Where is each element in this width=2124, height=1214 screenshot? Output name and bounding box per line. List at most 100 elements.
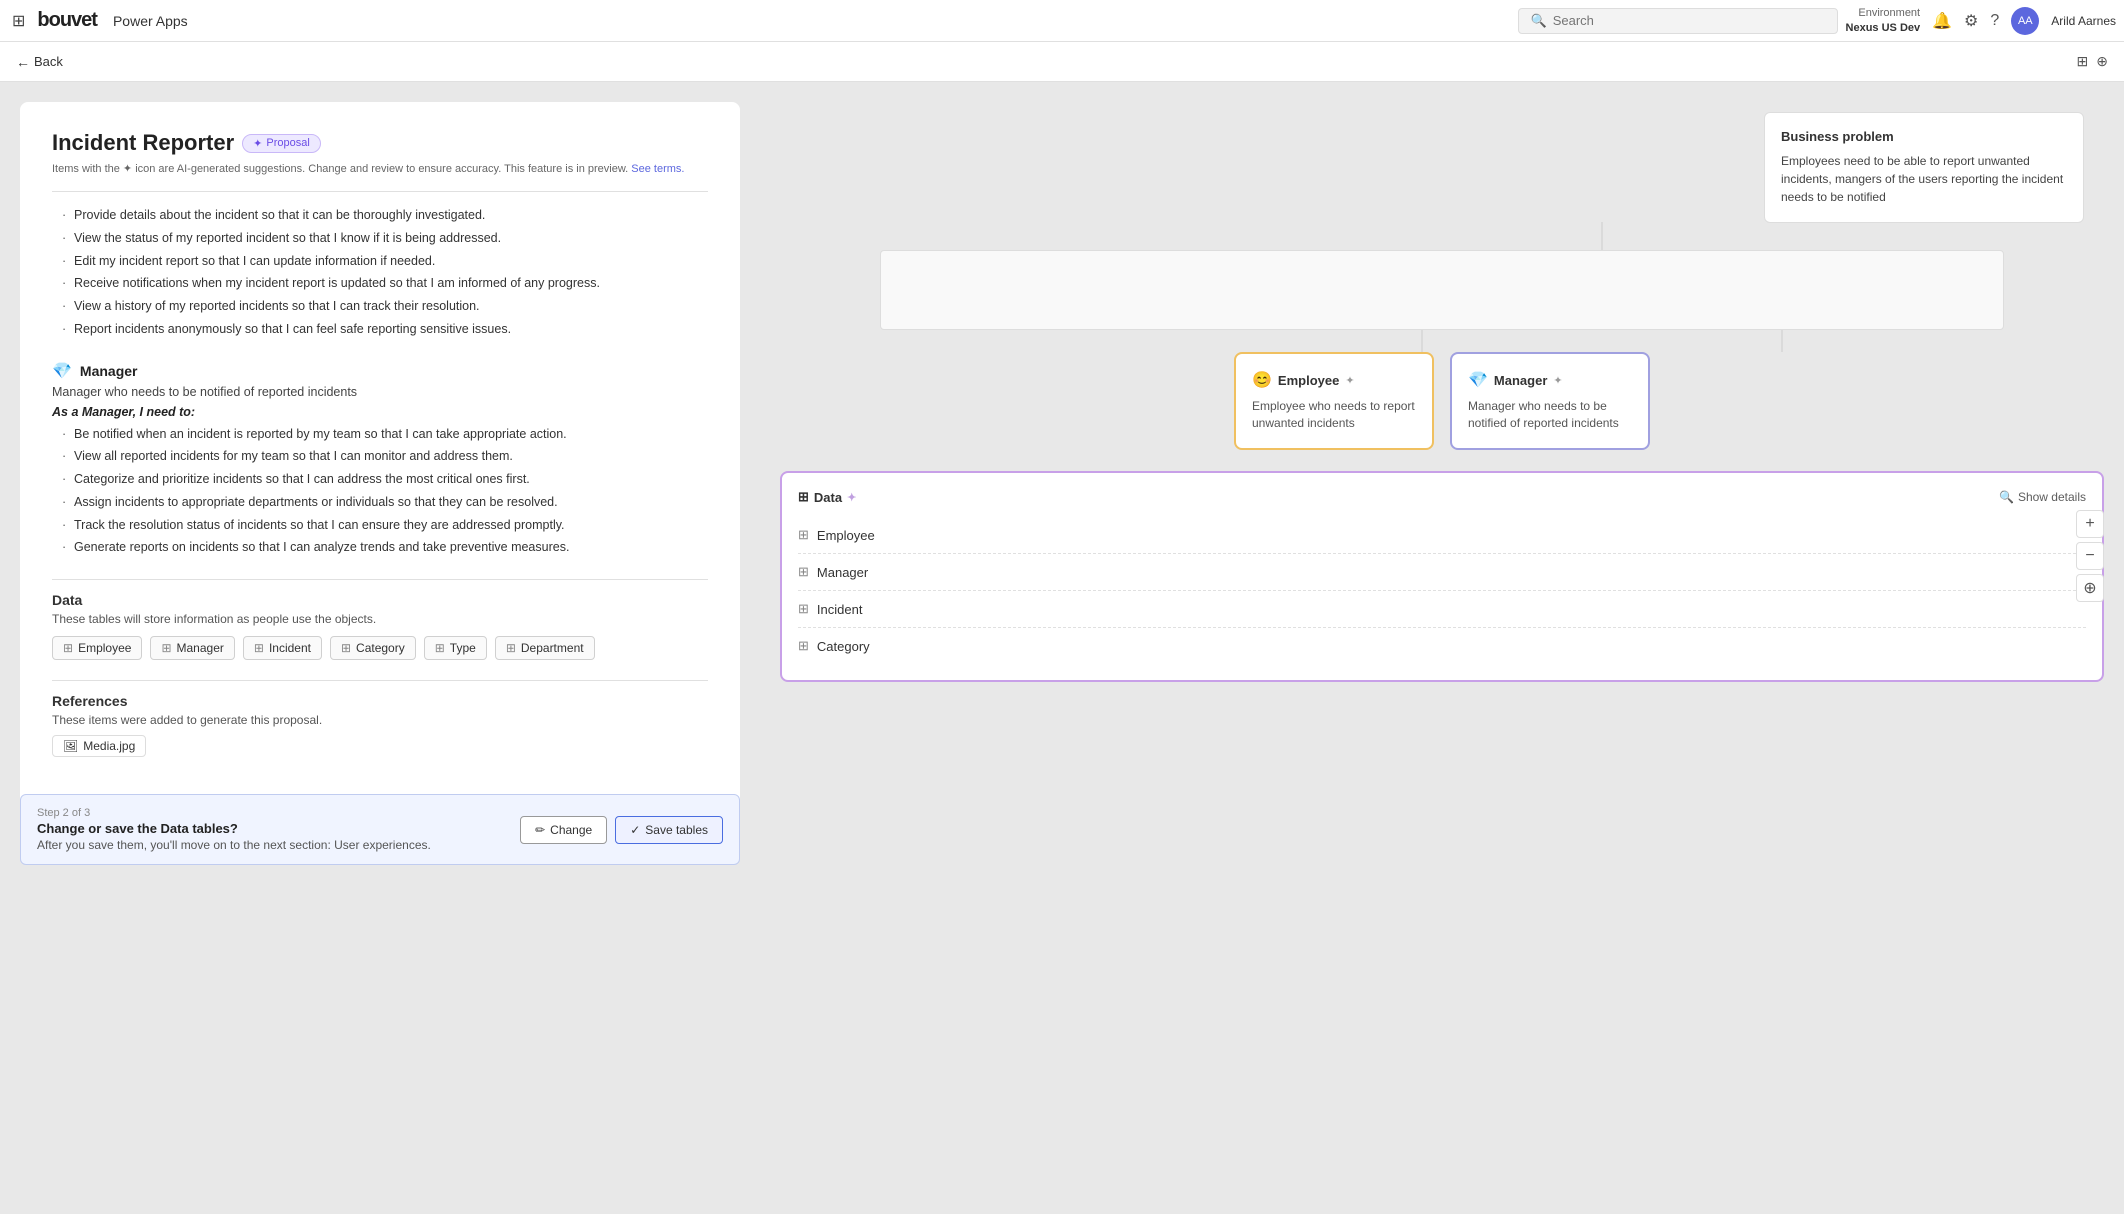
table-pill-incident[interactable]: ⊞ Incident xyxy=(243,636,322,660)
card-title-text: Incident Reporter xyxy=(52,130,234,156)
list-item: Edit my incident report so that I can up… xyxy=(60,250,708,273)
table-icon: ⊞ xyxy=(341,641,351,655)
settings-icon[interactable]: ⚙ xyxy=(1964,11,1978,31)
manager-section-title: Manager xyxy=(80,363,138,379)
table-pill-department[interactable]: ⊞ Department xyxy=(495,636,595,660)
list-item: Provide details about the incident so th… xyxy=(60,204,708,227)
biz-problem-text: Employees need to be able to report unwa… xyxy=(1781,152,2067,206)
data-title: Data xyxy=(52,592,708,608)
employee-persona-card[interactable]: 😊 Employee ✦ Employee who needs to repor… xyxy=(1234,352,1434,450)
help-icon[interactable]: ? xyxy=(1990,12,1999,30)
list-item: Generate reports on incidents so that I … xyxy=(60,536,708,559)
table-grid-icon: ⊞ xyxy=(798,638,809,654)
table-icon: ⊞ xyxy=(161,641,171,655)
table-icon: ⊞ xyxy=(63,641,73,655)
manager-section-icon: 💎 xyxy=(52,361,72,381)
zoom-out-button[interactable]: − xyxy=(2076,542,2104,570)
data-ai-indicator: ✦ xyxy=(847,491,856,504)
table-name: Incident xyxy=(269,641,311,655)
content-card: Incident Reporter ✦ Proposal Items with … xyxy=(20,102,740,865)
notification-icon[interactable]: 🔔 xyxy=(1932,11,1952,31)
left-panel: Incident Reporter ✦ Proposal Items with … xyxy=(0,82,760,1214)
data-table-row-employee[interactable]: ⊞ Employee xyxy=(798,517,2086,554)
list-item: Track the resolution status of incidents… xyxy=(60,514,708,537)
grid-icon[interactable]: ⊞ xyxy=(8,7,29,35)
search-input[interactable] xyxy=(1553,13,1825,28)
employee-ai-indicator: ✦ xyxy=(1345,374,1354,387)
data-grid-icon: ⊞ xyxy=(798,489,809,505)
save-tables-button[interactable]: ✓ Save tables xyxy=(615,816,723,844)
step-label: Step 2 of 3 xyxy=(37,807,431,819)
file-name: Media.jpg xyxy=(83,739,135,753)
manager-persona-icon: 💎 xyxy=(1468,370,1488,390)
ai-notice: Items with the ✦ icon are AI-generated s… xyxy=(52,162,708,175)
change-label: Change xyxy=(550,823,592,837)
proposal-badge: ✦ Proposal xyxy=(242,134,321,153)
intro-bullets: Provide details about the incident so th… xyxy=(52,204,708,341)
save-icon: ✓ xyxy=(630,823,640,837)
zoom-controls: + − ⊕ xyxy=(2076,510,2104,602)
change-button[interactable]: ✏ Change xyxy=(520,816,607,844)
manager-persona-name: Manager xyxy=(1494,373,1547,388)
show-details-icon: 🔍 xyxy=(1999,490,2014,504)
card-title-row: Incident Reporter ✦ Proposal xyxy=(52,130,708,156)
table-pill-manager[interactable]: ⊞ Manager xyxy=(150,636,234,660)
manager-card-header: 💎 Manager ✦ xyxy=(1468,370,1632,390)
table-name: Manager xyxy=(177,641,224,655)
manager-persona-card[interactable]: 💎 Manager ✦ Manager who needs to be noti… xyxy=(1450,352,1650,450)
table-row-name: Manager xyxy=(817,565,868,580)
action-title: Change or save the Data tables? xyxy=(37,821,431,836)
zoom-target-button[interactable]: ⊕ xyxy=(2076,574,2104,602)
connector-box xyxy=(880,250,2004,330)
ref-file[interactable]: 🖼 Media.jpg xyxy=(52,735,146,757)
employee-persona-desc: Employee who needs to report unwanted in… xyxy=(1252,398,1416,432)
manager-ai-indicator: ✦ xyxy=(1553,374,1562,387)
topbar-right: Environment Nexus US Dev 🔔 ⚙ ? AA Arild … xyxy=(1846,6,2116,35)
avatar[interactable]: AA xyxy=(2011,7,2039,35)
data-table-row-incident[interactable]: ⊞ Incident xyxy=(798,591,2086,628)
back-button[interactable]: ← Back xyxy=(16,54,63,70)
show-details-button[interactable]: 🔍 Show details xyxy=(1999,490,2086,504)
table-icon: ⊞ xyxy=(254,641,264,655)
proposal-icon: ✦ xyxy=(253,137,262,150)
search-box[interactable]: 🔍 xyxy=(1518,8,1838,34)
environment-info: Environment Nexus US Dev xyxy=(1846,6,1921,35)
divider-3 xyxy=(52,680,708,681)
action-bar: Step 2 of 3 Change or save the Data tabl… xyxy=(20,794,740,865)
table-row-name: Category xyxy=(817,639,870,654)
fit-icon[interactable]: ⊕ xyxy=(2096,53,2108,70)
data-table-row-category[interactable]: ⊞ Category xyxy=(798,628,2086,664)
list-item: View the status of my reported incident … xyxy=(60,227,708,250)
table-name: Type xyxy=(450,641,476,655)
data-card: ⊞ Data ✦ 🔍 Show details ⊞ Employee ⊞ Man… xyxy=(780,471,2104,682)
zoom-in-button[interactable]: + xyxy=(2076,510,2104,538)
grid-view-icon[interactable]: ⊞ xyxy=(2077,53,2089,70)
data-subtitle: These tables will store information as p… xyxy=(52,612,708,626)
data-title-text: Data xyxy=(814,490,842,505)
list-item: Be notified when an incident is reported… xyxy=(60,423,708,446)
table-pill-type[interactable]: ⊞ Type xyxy=(424,636,487,660)
data-card-header: ⊞ Data ✦ 🔍 Show details xyxy=(798,489,2086,505)
subbar: ← Back ⊞ ⊕ xyxy=(0,42,2124,82)
table-grid-icon: ⊞ xyxy=(798,527,809,543)
list-item: View all reported incidents for my team … xyxy=(60,445,708,468)
table-grid-icon: ⊞ xyxy=(798,601,809,617)
ref-subtitle: These items were added to generate this … xyxy=(52,713,708,727)
table-grid-icon: ⊞ xyxy=(798,564,809,580)
references-section: References These items were added to gen… xyxy=(52,680,708,757)
table-pill-category[interactable]: ⊞ Category xyxy=(330,636,416,660)
divider-2 xyxy=(52,579,708,580)
manager-persona-desc: Manager who needs to be notified of repo… xyxy=(1468,398,1632,432)
show-details-label: Show details xyxy=(2018,490,2086,504)
table-name: Category xyxy=(356,641,405,655)
table-row-name: Employee xyxy=(817,528,875,543)
table-pill-employee[interactable]: ⊞ Employee xyxy=(52,636,142,660)
data-card-title: ⊞ Data ✦ xyxy=(798,489,856,505)
table-row-name: Incident xyxy=(817,602,863,617)
employee-persona-icon: 😊 xyxy=(1252,370,1272,390)
see-terms-link[interactable]: See terms. xyxy=(631,163,684,175)
file-icon: 🖼 xyxy=(63,739,78,753)
action-buttons: ✏ Change ✓ Save tables xyxy=(520,816,723,844)
data-table-row-manager[interactable]: ⊞ Manager xyxy=(798,554,2086,591)
list-item: Assign incidents to appropriate departme… xyxy=(60,491,708,514)
